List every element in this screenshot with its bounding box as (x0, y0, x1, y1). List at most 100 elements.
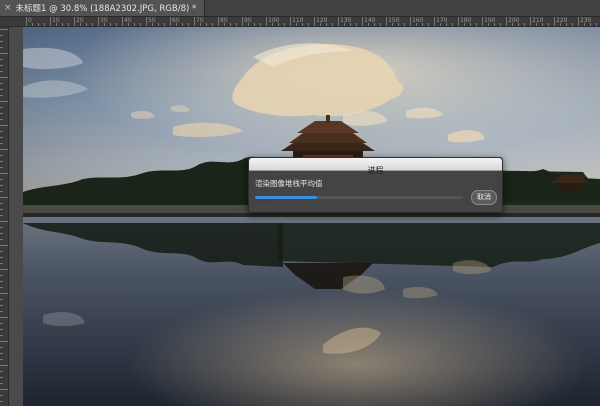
ruler-minor-tick (524, 23, 525, 26)
ruler-minor-tick (494, 23, 495, 26)
ruler-tick (0, 365, 8, 366)
ruler-minor-tick (308, 23, 309, 26)
ruler-minor-tick (404, 23, 405, 26)
ruler-minor-tick (0, 113, 3, 114)
ruler-minor-tick (350, 23, 351, 26)
ruler-minor-tick (176, 23, 177, 26)
progress-dialog: 进程 渲染图像堆栈平均值 取消 (248, 157, 503, 213)
ruler-minor-tick (152, 23, 153, 26)
ruler-minor-tick (416, 23, 417, 26)
ruler-tick (410, 17, 411, 26)
ruler-tick (386, 17, 387, 26)
ruler-minor-tick (0, 41, 3, 42)
ruler-minor-tick (428, 23, 429, 26)
ruler-minor-tick (0, 59, 3, 60)
ruler-minor-tick (590, 23, 591, 26)
ruler-minor-tick (0, 191, 3, 192)
ruler-minor-tick (0, 47, 3, 48)
ruler-tick (0, 245, 8, 246)
ruler-minor-tick (164, 23, 165, 26)
ruler-tick (338, 17, 339, 26)
ruler-minor-tick (0, 227, 3, 228)
ruler-minor-tick (0, 107, 3, 108)
ruler-minor-tick (0, 359, 3, 360)
dialog-title: 进程 (367, 166, 384, 175)
ruler-tick (0, 293, 8, 294)
ruler-minor-tick (0, 215, 3, 216)
dialog-titlebar[interactable]: 进程 (249, 158, 502, 175)
ruler-minor-tick (0, 161, 3, 162)
ruler-minor-tick (272, 23, 273, 26)
ruler-tick (530, 17, 531, 26)
ruler-minor-tick (0, 155, 3, 156)
ruler-minor-tick (56, 23, 57, 26)
ruler-minor-tick (236, 23, 237, 26)
ruler-minor-tick (0, 275, 3, 276)
ruler-minor-tick (254, 23, 255, 26)
ruler-minor-tick (110, 23, 111, 26)
ruler-minor-tick (0, 89, 3, 90)
ruler-minor-tick (344, 23, 345, 26)
ruler-minor-tick (128, 23, 129, 26)
document-tab-bar: × 未标题1 @ 30.8% (188A2302.JPG, RGB/8) * (0, 0, 600, 17)
ruler-minor-tick (356, 23, 357, 26)
ruler-minor-tick (224, 23, 225, 26)
ruler-minor-tick (320, 23, 321, 26)
ruler-minor-tick (284, 23, 285, 26)
ruler-origin[interactable] (0, 17, 23, 27)
ruler-minor-tick (44, 23, 45, 26)
ruler-tick (434, 17, 435, 26)
ruler-minor-tick (452, 23, 453, 26)
ruler-minor-tick (0, 263, 3, 264)
ruler-minor-tick (0, 35, 3, 36)
cancel-button[interactable]: 取消 (471, 190, 497, 205)
ruler-minor-tick (80, 23, 81, 26)
ruler-minor-tick (302, 23, 303, 26)
ruler-minor-tick (0, 65, 3, 66)
ruler-minor-tick (62, 23, 63, 26)
ruler-tick (0, 341, 8, 342)
ruler-minor-tick (0, 257, 3, 258)
close-icon[interactable]: × (4, 3, 12, 13)
horizontal-ruler[interactable]: 0 10 20 30 40 50 60 70 80 90 100 110 120 130 140 150 160… (22, 17, 600, 27)
document-tab-title: 未标题1 @ 30.8% (188A2302.JPG, RGB/8) * (15, 4, 197, 14)
ruler-minor-tick (548, 23, 549, 26)
ruler-minor-tick (584, 23, 585, 26)
ruler-tick (194, 17, 195, 26)
progress-bar-fill (255, 196, 318, 199)
ruler-tick (482, 17, 483, 26)
vertical-ruler[interactable] (0, 27, 9, 406)
document-tab[interactable]: × 未标题1 @ 30.8% (188A2302.JPG, RGB/8) * (0, 0, 206, 16)
ruler-minor-tick (446, 23, 447, 26)
ruler-minor-tick (542, 23, 543, 26)
ruler-minor-tick (0, 395, 3, 396)
ruler-minor-tick (68, 23, 69, 26)
ruler-tick (0, 29, 8, 30)
ruler-minor-tick (368, 23, 369, 26)
ruler-minor-tick (260, 23, 261, 26)
ruler-minor-tick (0, 281, 3, 282)
ruler-tick (0, 389, 8, 390)
ruler-minor-tick (0, 119, 3, 120)
ruler-tick (242, 17, 243, 26)
ruler-tick (290, 17, 291, 26)
ruler-minor-tick (596, 23, 597, 26)
ruler-minor-tick (422, 23, 423, 26)
ruler-minor-tick (518, 23, 519, 26)
ruler-tick (0, 77, 8, 78)
ruler-minor-tick (0, 203, 3, 204)
ruler-minor-tick (488, 23, 489, 26)
ruler-tick (506, 17, 507, 26)
ruler-minor-tick (0, 251, 3, 252)
ruler-minor-tick (0, 287, 3, 288)
document-canvas[interactable] (23, 27, 600, 406)
ruler-minor-tick (230, 23, 231, 26)
ruler-minor-tick (0, 377, 3, 378)
ruler-minor-tick (500, 23, 501, 26)
photo-forbidden-city-turret (23, 27, 600, 406)
ruler-tick (98, 17, 99, 26)
ruler-minor-tick (140, 23, 141, 26)
ruler-minor-tick (572, 23, 573, 26)
ruler-minor-tick (0, 137, 3, 138)
ruler-minor-tick (182, 23, 183, 26)
